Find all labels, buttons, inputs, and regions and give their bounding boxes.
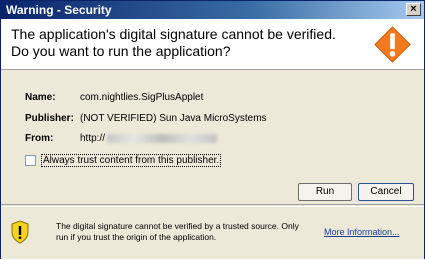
shield-warning-icon [11, 220, 29, 244]
name-label: Name: [25, 92, 56, 103]
publisher-label: Publisher: [25, 113, 74, 124]
footer-panel: The digital signature cannot be verified… [1, 206, 424, 260]
title-bar[interactable]: Warning - Security × [1, 1, 424, 19]
publisher-value: (NOT VERIFIED) Sun Java MicroSystems [80, 113, 267, 124]
headline: The application's digital signature cann… [11, 26, 351, 60]
headline-line-2: Do you want to run the application? [11, 43, 231, 59]
name-value: com.nightlies.SigPlusApplet [80, 92, 204, 103]
redacted-url [107, 133, 218, 143]
close-button[interactable]: × [406, 3, 421, 16]
run-button[interactable]: Run [298, 183, 352, 201]
more-information-link[interactable]: More Information... [324, 227, 400, 237]
from-value: http:// [80, 133, 218, 144]
trust-publisher-checkbox[interactable] [25, 155, 36, 166]
cancel-button[interactable]: Cancel [358, 183, 414, 201]
window-title: Warning - Security [6, 3, 112, 17]
footer-message: The digital signature cannot be verified… [56, 221, 299, 242]
from-label: From: [25, 133, 54, 144]
security-warning-dialog: Warning - Security × The application's d… [0, 0, 425, 259]
dialog-body: Name: com.nightlies.SigPlusApplet Publis… [1, 70, 424, 201]
dialog-footer: The digital signature cannot be verified… [1, 204, 424, 259]
headline-line-1: The application's digital signature cann… [11, 26, 336, 42]
warning-diamond-icon [374, 26, 411, 63]
dialog-header: The application's digital signature cann… [1, 19, 424, 70]
trust-publisher-label[interactable]: Always trust content from this publisher… [41, 154, 222, 167]
from-url-prefix: http:// [80, 133, 106, 144]
